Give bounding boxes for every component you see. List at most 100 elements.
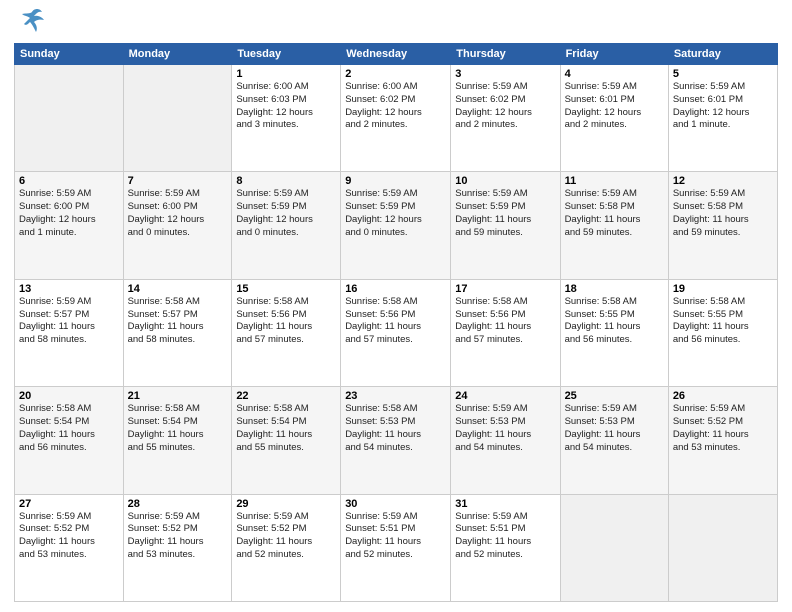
day-number: 2 xyxy=(345,68,446,80)
table-row: 25Sunrise: 5:59 AM Sunset: 5:53 PM Dayli… xyxy=(560,387,668,494)
table-row xyxy=(668,494,777,601)
day-number: 7 xyxy=(128,175,228,187)
header-monday: Monday xyxy=(123,44,232,65)
day-number: 28 xyxy=(128,498,228,510)
day-number: 5 xyxy=(673,68,773,80)
day-info: Sunrise: 5:59 AM Sunset: 5:53 PM Dayligh… xyxy=(565,403,664,454)
day-info: Sunrise: 5:59 AM Sunset: 6:00 PM Dayligh… xyxy=(19,188,119,239)
table-row: 18Sunrise: 5:58 AM Sunset: 5:55 PM Dayli… xyxy=(560,279,668,386)
table-row xyxy=(15,65,124,172)
day-number: 30 xyxy=(345,498,446,510)
day-number: 6 xyxy=(19,175,119,187)
calendar-header-row: Sunday Monday Tuesday Wednesday Thursday… xyxy=(15,44,778,65)
day-info: Sunrise: 5:58 AM Sunset: 5:56 PM Dayligh… xyxy=(455,296,555,347)
table-row: 16Sunrise: 5:58 AM Sunset: 5:56 PM Dayli… xyxy=(341,279,451,386)
day-info: Sunrise: 5:59 AM Sunset: 5:59 PM Dayligh… xyxy=(236,188,336,239)
table-row: 5Sunrise: 5:59 AM Sunset: 6:01 PM Daylig… xyxy=(668,65,777,172)
header-friday: Friday xyxy=(560,44,668,65)
day-number: 12 xyxy=(673,175,773,187)
day-info: Sunrise: 5:58 AM Sunset: 5:53 PM Dayligh… xyxy=(345,403,446,454)
table-row: 24Sunrise: 5:59 AM Sunset: 5:53 PM Dayli… xyxy=(451,387,560,494)
calendar-week-row: 20 Sunrise: 5:58 AM Sunset: 5:54 PM Dayli… xyxy=(15,387,778,494)
day-info: Sunrise: 5:59 AM Sunset: 6:01 PM Dayligh… xyxy=(565,81,664,132)
day-number: 25 xyxy=(565,390,664,402)
day-number: 19 xyxy=(673,283,773,295)
day-info: Sunrise: 5:59 AM Sunset: 5:52 PM Dayligh… xyxy=(19,511,119,562)
day-number: 18 xyxy=(565,283,664,295)
day-info: Sunrise: 5:58 AM Sunset: 5:55 PM Dayligh… xyxy=(565,296,664,347)
table-row: 21Sunrise: 5:58 AM Sunset: 5:54 PM Dayli… xyxy=(123,387,232,494)
day-number: 21 xyxy=(128,390,228,402)
table-row: 29Sunrise: 5:59 AM Sunset: 5:52 PM Dayli… xyxy=(232,494,341,601)
day-info: Sunrise: 5:59 AM Sunset: 5:52 PM Dayligh… xyxy=(673,403,773,454)
logo xyxy=(14,10,46,39)
table-row: 12Sunrise: 5:59 AM Sunset: 5:58 PM Dayli… xyxy=(668,172,777,279)
day-info: Sunrise: 5:59 AM Sunset: 5:57 PM Dayligh… xyxy=(19,296,119,347)
table-row: 1Sunrise: 6:00 AM Sunset: 6:03 PM Daylig… xyxy=(232,65,341,172)
day-info: Sunrise: 5:59 AM Sunset: 5:51 PM Dayligh… xyxy=(455,511,555,562)
day-info: Sunrise: 5:58 AM Sunset: 5:54 PM Dayligh… xyxy=(128,403,228,454)
table-row: 30Sunrise: 5:59 AM Sunset: 5:51 PM Dayli… xyxy=(341,494,451,601)
day-info: Sunrise: 5:59 AM Sunset: 5:59 PM Dayligh… xyxy=(455,188,555,239)
day-number: 23 xyxy=(345,390,446,402)
day-number: 26 xyxy=(673,390,773,402)
calendar-week-row: 13Sunrise: 5:59 AM Sunset: 5:57 PM Dayli… xyxy=(15,279,778,386)
day-number: 24 xyxy=(455,390,555,402)
table-row xyxy=(123,65,232,172)
header-thursday: Thursday xyxy=(451,44,560,65)
table-row: 15Sunrise: 5:58 AM Sunset: 5:56 PM Dayli… xyxy=(232,279,341,386)
day-info: Sunrise: 5:58 AM Sunset: 5:56 PM Dayligh… xyxy=(345,296,446,347)
day-number: 14 xyxy=(128,283,228,295)
header-wednesday: Wednesday xyxy=(341,44,451,65)
day-info: Sunrise: 5:59 AM Sunset: 5:59 PM Dayligh… xyxy=(345,188,446,239)
table-row: 31Sunrise: 5:59 AM Sunset: 5:51 PM Dayli… xyxy=(451,494,560,601)
table-row: 14Sunrise: 5:58 AM Sunset: 5:57 PM Dayli… xyxy=(123,279,232,386)
day-info: Sunrise: 6:00 AM Sunset: 6:02 PM Dayligh… xyxy=(345,81,446,132)
day-info: Sunrise: 5:59 AM Sunset: 6:01 PM Dayligh… xyxy=(673,81,773,132)
day-info: Sunrise: 5:59 AM Sunset: 5:51 PM Dayligh… xyxy=(345,511,446,562)
table-row: 7Sunrise: 5:59 AM Sunset: 6:00 PM Daylig… xyxy=(123,172,232,279)
table-row xyxy=(560,494,668,601)
day-info: Sunrise: 5:59 AM Sunset: 5:52 PM Dayligh… xyxy=(128,511,228,562)
day-info: Sunrise: 5:59 AM Sunset: 5:52 PM Dayligh… xyxy=(236,511,336,562)
day-number: 8 xyxy=(236,175,336,187)
day-info: Sunrise: 5:59 AM Sunset: 5:53 PM Dayligh… xyxy=(455,403,555,454)
day-number: 3 xyxy=(455,68,555,80)
header-tuesday: Tuesday xyxy=(232,44,341,65)
day-number: 29 xyxy=(236,498,336,510)
day-info: Sunrise: 6:00 AM Sunset: 6:03 PM Dayligh… xyxy=(236,81,336,132)
table-row: 19Sunrise: 5:58 AM Sunset: 5:55 PM Dayli… xyxy=(668,279,777,386)
day-info: Sunrise: 5:58 AM Sunset: 5:56 PM Dayligh… xyxy=(236,296,336,347)
table-row: 13Sunrise: 5:59 AM Sunset: 5:57 PM Dayli… xyxy=(15,279,124,386)
day-info: Sunrise: 5:58 AM Sunset: 5:55 PM Dayligh… xyxy=(673,296,773,347)
day-number: 13 xyxy=(19,283,119,295)
day-info: Sunrise: 5:59 AM Sunset: 5:58 PM Dayligh… xyxy=(565,188,664,239)
day-number: 17 xyxy=(455,283,555,295)
calendar-week-row: 27Sunrise: 5:59 AM Sunset: 5:52 PM Dayli… xyxy=(15,494,778,601)
table-row: 4Sunrise: 5:59 AM Sunset: 6:01 PM Daylig… xyxy=(560,65,668,172)
day-info: Sunrise: 5:59 AM Sunset: 5:58 PM Dayligh… xyxy=(673,188,773,239)
page: Sunday Monday Tuesday Wednesday Thursday… xyxy=(0,0,792,612)
calendar-table: Sunday Monday Tuesday Wednesday Thursday… xyxy=(14,43,778,602)
table-row: 28Sunrise: 5:59 AM Sunset: 5:52 PM Dayli… xyxy=(123,494,232,601)
day-number: 9 xyxy=(345,175,446,187)
table-row: 9Sunrise: 5:59 AM Sunset: 5:59 PM Daylig… xyxy=(341,172,451,279)
table-row: 17Sunrise: 5:58 AM Sunset: 5:56 PM Dayli… xyxy=(451,279,560,386)
header-sunday: Sunday xyxy=(15,44,124,65)
table-row: 2Sunrise: 6:00 AM Sunset: 6:02 PM Daylig… xyxy=(341,65,451,172)
day-info: Sunrise: 5:59 AM Sunset: 6:00 PM Dayligh… xyxy=(128,188,228,239)
table-row: 26Sunrise: 5:59 AM Sunset: 5:52 PM Dayli… xyxy=(668,387,777,494)
header-saturday: Saturday xyxy=(668,44,777,65)
table-row: 20Sunrise: 5:58 AM Sunset: 5:54 PM Dayli… xyxy=(15,387,124,494)
day-number: 11 xyxy=(565,175,664,187)
day-number: 15 xyxy=(236,283,336,295)
day-number: 16 xyxy=(345,283,446,295)
day-number: 20 xyxy=(19,390,119,402)
table-row: 6Sunrise: 5:59 AM Sunset: 6:00 PM Daylig… xyxy=(15,172,124,279)
day-number: 1 xyxy=(236,68,336,80)
table-row: 10Sunrise: 5:59 AM Sunset: 5:59 PM Dayli… xyxy=(451,172,560,279)
table-row: 23Sunrise: 5:58 AM Sunset: 5:53 PM Dayli… xyxy=(341,387,451,494)
header xyxy=(14,10,778,39)
table-row: 3Sunrise: 5:59 AM Sunset: 6:02 PM Daylig… xyxy=(451,65,560,172)
day-number: 4 xyxy=(565,68,664,80)
